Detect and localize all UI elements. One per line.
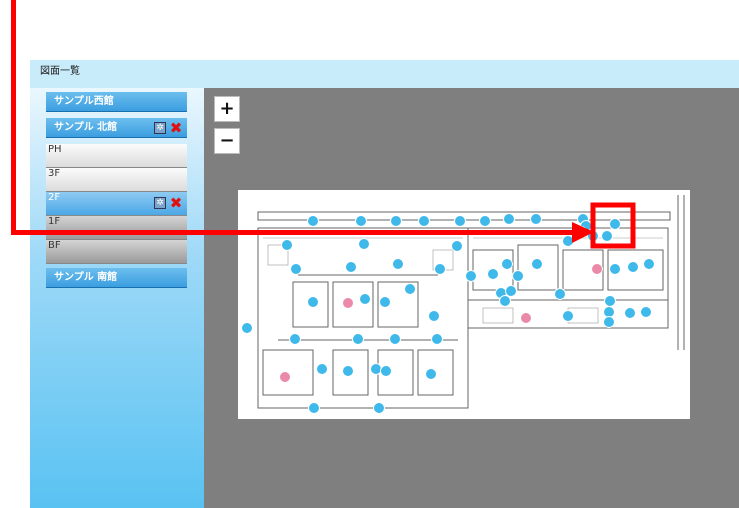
annotation-overlay bbox=[11, 0, 636, 249]
